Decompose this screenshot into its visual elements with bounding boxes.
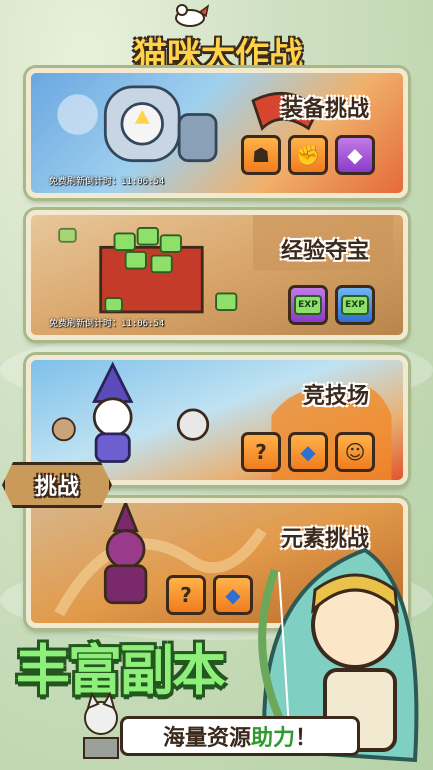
gold-glove-icon[interactable]: ✊ bbox=[288, 135, 328, 175]
mystery-chest-icon[interactable]: ? bbox=[241, 432, 281, 472]
purple-gem-icon[interactable]: ◆ bbox=[335, 135, 375, 175]
rocket-cat-icon bbox=[175, 4, 210, 27]
reward-list: ? ◆ ☺ bbox=[241, 432, 375, 472]
banner-highlight: 助力 bbox=[250, 726, 295, 751]
gold-armor-icon[interactable]: ☗ bbox=[241, 135, 281, 175]
card-title: 竞技场 bbox=[302, 384, 369, 409]
exp-crystal-blue-icon[interactable]: EXP bbox=[335, 285, 375, 325]
blue-diamond-icon[interactable]: ◆ bbox=[288, 432, 328, 472]
card-title: 经验夺宝 bbox=[280, 239, 369, 264]
banner-text: 海量资源 bbox=[162, 726, 251, 751]
refresh-timer: 免费刷新倒计时：11:06:54 bbox=[49, 177, 165, 187]
card-title: 装备挑战 bbox=[280, 97, 369, 122]
reward-list: ☗ ✊ ◆ bbox=[241, 135, 375, 175]
banner-suffix: ！ bbox=[295, 726, 318, 751]
refresh-timer: 免费刷新倒计时：11:06:54 bbox=[49, 319, 165, 329]
equipment-challenge-card[interactable]: 装备挑战 ☗ ✊ ◆ 免费刷新倒计时：11:06:54 bbox=[26, 68, 408, 198]
exp-crystal-purple-icon[interactable]: EXP bbox=[288, 285, 328, 325]
cat-coin-icon[interactable]: ☺ bbox=[335, 432, 375, 472]
resource-banner: 海量资源 助力 ！ bbox=[120, 716, 360, 756]
exp-treasure-card[interactable]: 经验夺宝 EXP EXP 免费刷新倒计时：11:06:54 bbox=[26, 210, 408, 340]
mystery-chest-icon[interactable]: ? bbox=[166, 575, 206, 615]
reward-list: EXP EXP bbox=[288, 285, 375, 325]
cat-statue-icon bbox=[83, 691, 119, 759]
challenge-button[interactable]: 挑战 bbox=[2, 462, 112, 508]
reward-list: ? ◆ bbox=[166, 575, 253, 615]
